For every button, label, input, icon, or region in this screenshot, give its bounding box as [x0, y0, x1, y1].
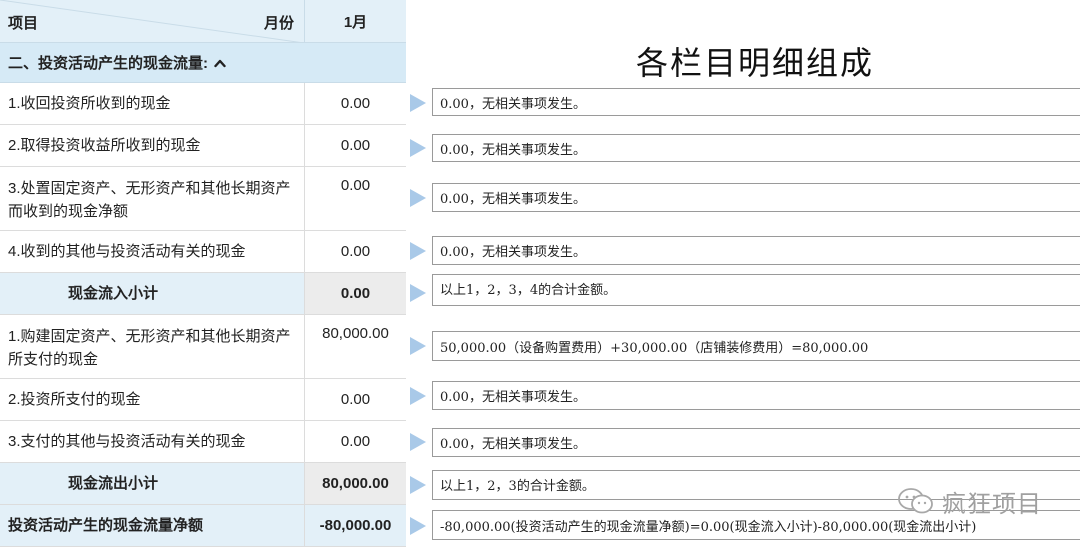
row-label: 3.支付的其他与投资活动有关的现金: [8, 433, 246, 450]
row-label: 3.处置固定资产、无形资产和其他长期资产而收到的现金净额: [8, 180, 291, 220]
detail-box: 50,000.00（设备购置费用）+30,000.00（店铺装修费用）=80,0…: [432, 331, 1080, 361]
table-row: 1.购建固定资产、无形资产和其他长期资产所支付的现金 80,000.00: [0, 315, 406, 379]
table-row: 2.投资所支付的现金 0.00: [0, 379, 406, 421]
table-row: 3.处置固定资产、无形资产和其他长期资产而收到的现金净额 0.00: [0, 167, 406, 231]
table-row: 4.收到的其他与投资活动有关的现金 0.00: [0, 231, 406, 273]
row-label: 2.投资所支付的现金: [8, 391, 141, 408]
row-label: 现金流入小计: [68, 285, 159, 302]
arrow-right-icon: [410, 517, 426, 535]
diagonal-divider: [0, 0, 301, 42]
detail-title: 各栏目明细组成: [636, 45, 875, 81]
detail-box: 0.00，无相关事项发生。: [432, 428, 1080, 457]
row-label: 投资活动产生的现金流量净额: [0, 505, 304, 546]
row-value: 0.00: [304, 421, 406, 462]
arrow-right-icon: [410, 476, 426, 494]
wechat-icon: [898, 488, 933, 514]
section-title-row[interactable]: 二、投资活动产生的现金流量:: [0, 43, 406, 83]
header-item-month-cell: 项目 月份: [0, 0, 304, 43]
row-value: 80,000.00: [304, 315, 406, 378]
arrow-right-icon: [410, 387, 426, 405]
detail-box: 0.00，无相关事项发生。: [432, 88, 1080, 116]
row-value: 0.00: [304, 231, 406, 272]
watermark-text: 疯狂项目: [942, 490, 1042, 518]
section-title: 二、投资活动产生的现金流量:: [8, 55, 208, 72]
arrow-right-icon: [410, 189, 426, 207]
header-item-label: 项目: [8, 15, 39, 32]
row-label: 2.取得投资收益所收到的现金: [8, 137, 201, 154]
header-col-month: 1月: [304, 0, 406, 43]
row-value: 0.00: [304, 83, 406, 124]
arrow-right-icon: [410, 284, 426, 302]
watermark: 疯狂项目: [896, 484, 1042, 518]
table-row: 3.支付的其他与投资活动有关的现金 0.00: [0, 421, 406, 463]
detail-box: 以上1，2，3，4的合计金额。: [432, 274, 1080, 306]
row-value: 0.00: [304, 125, 406, 166]
table-row: 1.收回投资所收到的现金 0.00: [0, 83, 406, 125]
row-value: 0.00: [304, 273, 406, 314]
header-month-label: 月份: [263, 15, 294, 32]
row-value: 0.00: [304, 167, 406, 230]
detail-box: 0.00，无相关事项发生。: [432, 183, 1080, 212]
arrow-right-icon: [410, 139, 426, 157]
chevron-up-icon[interactable]: [214, 58, 226, 68]
detail-box: 0.00，无相关事项发生。: [432, 381, 1080, 410]
table-row: 2.取得投资收益所收到的现金 0.00: [0, 125, 406, 167]
row-label: 4.收到的其他与投资活动有关的现金: [8, 243, 246, 260]
arrow-right-icon: [410, 337, 426, 355]
detail-box: 0.00，无相关事项发生。: [432, 236, 1080, 265]
cash-flow-table: 项目 月份 1月 二、投资活动产生的现金流量: 1.收回投资所收到的现金 0.0…: [0, 0, 406, 550]
detail-box: 0.00，无相关事项发生。: [432, 134, 1080, 162]
row-value: -80,000.00: [304, 505, 406, 546]
subtotal-row-inflow: 现金流入小计 0.00: [0, 273, 406, 315]
row-label: 1.收回投资所收到的现金: [8, 95, 171, 112]
row-label: 1.购建固定资产、无形资产和其他长期资产所支付的现金: [8, 328, 291, 368]
row-label: 现金流出小计: [68, 475, 159, 492]
row-value: 80,000.00: [304, 463, 406, 504]
arrow-right-icon: [410, 242, 426, 260]
net-cash-flow-row: 投资活动产生的现金流量净额 -80,000.00: [0, 505, 406, 547]
arrow-right-icon: [410, 94, 426, 112]
arrow-right-icon: [410, 433, 426, 451]
row-value: 0.00: [304, 379, 406, 420]
subtotal-row-outflow: 现金流出小计 80,000.00: [0, 463, 406, 505]
